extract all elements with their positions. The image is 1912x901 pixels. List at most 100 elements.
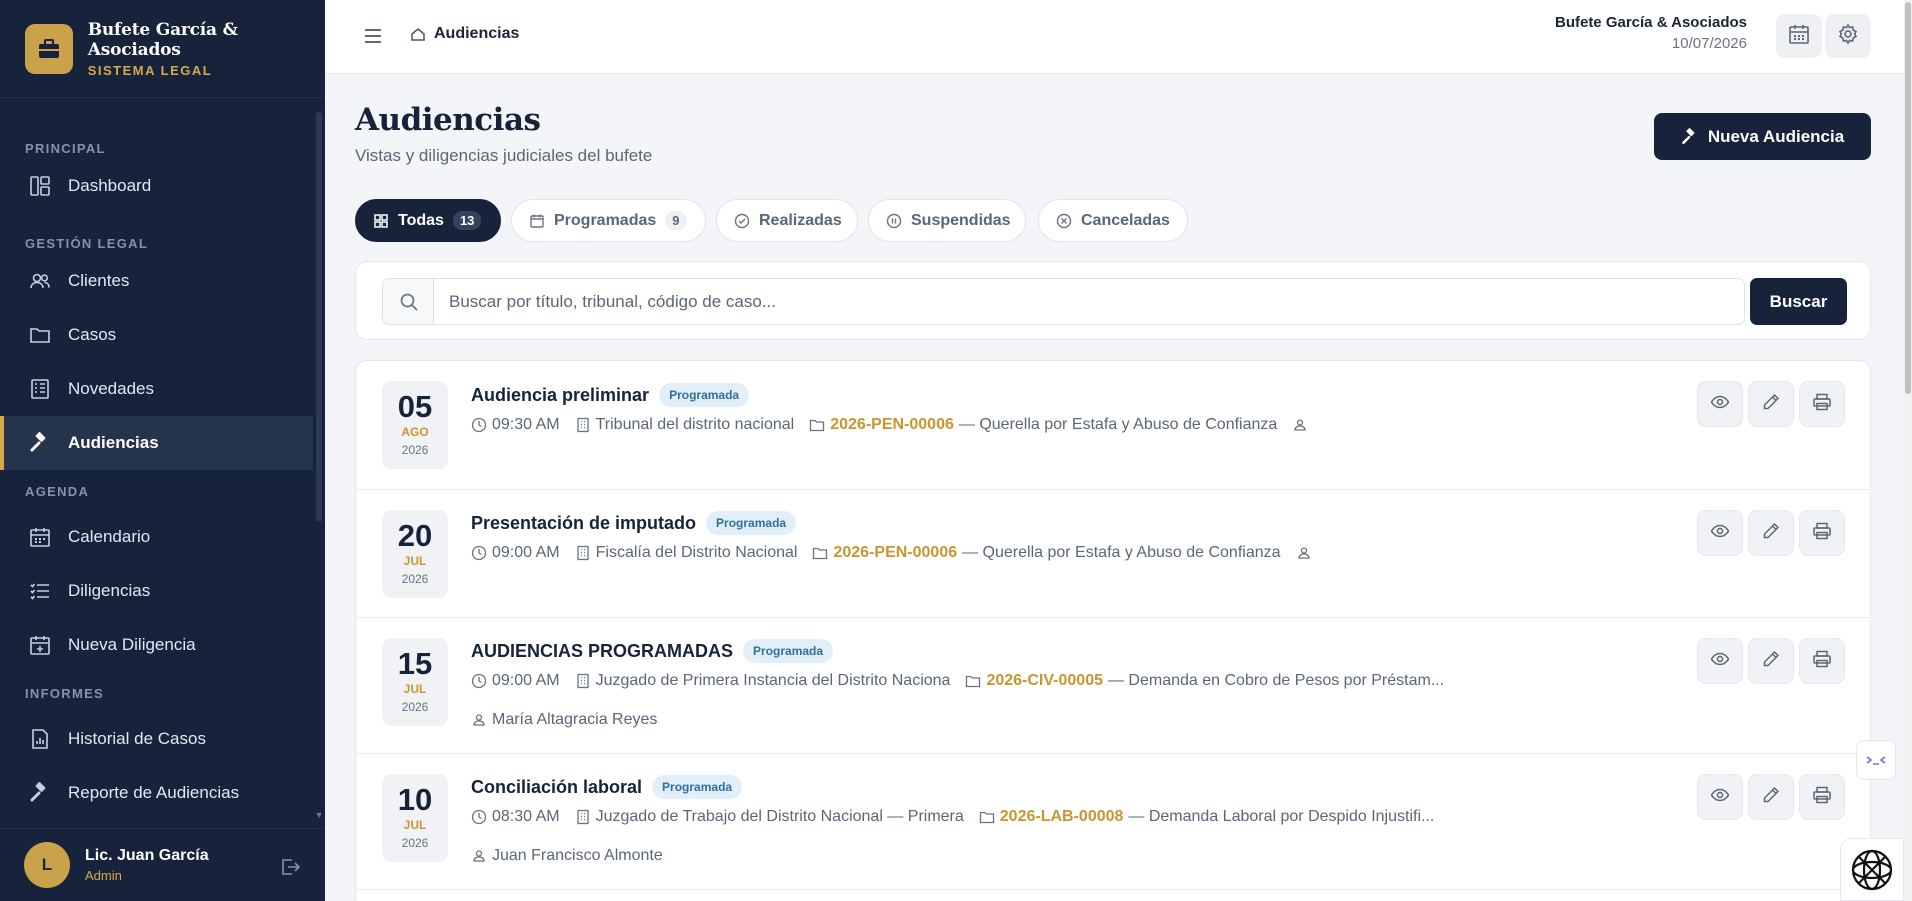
date-month: JUL bbox=[403, 682, 427, 696]
sidebar-scrollbar[interactable] bbox=[316, 112, 322, 522]
date-month: JUL bbox=[403, 818, 427, 832]
calendar-icon bbox=[1788, 23, 1810, 50]
tab-todas[interactable]: Todas 13 bbox=[355, 199, 501, 242]
avatar[interactable]: L bbox=[24, 842, 70, 888]
hearing-title[interactable]: Conciliación laboral bbox=[471, 777, 642, 798]
pencil-icon bbox=[1761, 785, 1781, 810]
eye-icon bbox=[1710, 521, 1730, 546]
current-date: 10/07/2026 bbox=[1671, 35, 1747, 52]
sidebar-item-nueva-diligencia[interactable]: Nueva Diligencia bbox=[0, 618, 313, 672]
clock-icon bbox=[471, 545, 487, 561]
pencil-icon bbox=[1761, 392, 1781, 417]
hearing-title[interactable]: AUDIENCIAS PROGRAMADAS bbox=[471, 641, 733, 662]
pencil-icon bbox=[1761, 521, 1781, 546]
sidebar-item-dashboard[interactable]: Dashboard bbox=[0, 159, 313, 213]
case-code-link[interactable]: 2026-LAB-00008 bbox=[1000, 808, 1124, 826]
date-badge: 05 AGO 2026 bbox=[382, 381, 448, 469]
client-name: María Altagracia Reyes bbox=[492, 711, 658, 728]
tab-programadas[interactable]: Programadas 9 bbox=[511, 199, 706, 242]
edit-button[interactable] bbox=[1748, 381, 1794, 427]
edit-button[interactable] bbox=[1748, 774, 1794, 820]
edit-button[interactable] bbox=[1748, 510, 1794, 556]
sidebar-item-calendario[interactable]: Calendario bbox=[0, 510, 313, 564]
firm-name: Bufete García & Asociados bbox=[1554, 14, 1747, 31]
print-button[interactable] bbox=[1799, 510, 1845, 556]
breadcrumb-current: Audiencias bbox=[434, 25, 520, 42]
sidebar-item-audiencias[interactable]: Audiencias bbox=[0, 416, 313, 470]
printer-icon bbox=[1812, 392, 1832, 417]
report-icon bbox=[28, 727, 52, 751]
new-hearing-label: Nueva Audiencia bbox=[1707, 126, 1845, 146]
user-panel: L Lic. Juan García Admin bbox=[0, 828, 325, 901]
edit-button[interactable] bbox=[1748, 638, 1794, 684]
date-month: AGO bbox=[401, 425, 429, 439]
user-role: Admin bbox=[85, 868, 122, 883]
gavel-icon bbox=[1681, 127, 1699, 146]
case-code-link[interactable]: 2026-CIV-00005 bbox=[986, 672, 1103, 690]
tab-realizadas[interactable]: Realizadas bbox=[716, 199, 858, 242]
case-code-link[interactable]: 2026-PEN-00006 bbox=[833, 544, 957, 562]
search-input[interactable] bbox=[433, 278, 1745, 325]
sidebar-item-clientes[interactable]: Clientes bbox=[0, 254, 313, 308]
clock-icon bbox=[471, 809, 487, 825]
view-button[interactable] bbox=[1697, 638, 1743, 684]
sidebar-item-novedades[interactable]: Novedades bbox=[0, 362, 313, 416]
collapse-icon[interactable] bbox=[1856, 740, 1896, 780]
settings-button[interactable] bbox=[1825, 14, 1871, 58]
list-item[interactable]: 10 JUL 2026 Conciliación laboral Program… bbox=[356, 754, 1870, 890]
print-button[interactable] bbox=[1799, 381, 1845, 427]
sidebar-item-diligencias[interactable]: Diligencias bbox=[0, 564, 313, 618]
assistant-icon[interactable] bbox=[1840, 838, 1904, 901]
list-item[interactable]: 20 JUL 2026 Presentación de imputado Pro… bbox=[356, 490, 1870, 618]
list-item[interactable]: 05 AGO 2026 Audiencia preliminar Program… bbox=[356, 361, 1870, 490]
home-icon[interactable] bbox=[410, 26, 426, 42]
case-description: — Demanda Laboral por Despido Injustifi.… bbox=[1128, 808, 1435, 825]
tab-label: Todas bbox=[398, 211, 444, 229]
building-icon bbox=[575, 545, 591, 561]
page-scrollbar[interactable] bbox=[1904, 0, 1912, 901]
brand-subtitle: SISTEMA LEGAL bbox=[87, 62, 213, 78]
new-hearing-button[interactable]: Nueva Audiencia bbox=[1654, 113, 1871, 160]
scroll-down-icon[interactable]: ▼ bbox=[313, 810, 325, 824]
scrollbar-thumb[interactable] bbox=[1905, 2, 1911, 394]
print-button[interactable] bbox=[1799, 774, 1845, 820]
hearings-list: 05 AGO 2026 Audiencia preliminar Program… bbox=[355, 360, 1871, 901]
sidebar-item-reporte-audiencias[interactable]: Reporte de Audiencias bbox=[0, 766, 313, 820]
gear-icon bbox=[1837, 22, 1859, 50]
sidebar-item-historial-casos[interactable]: Historial de Casos bbox=[0, 712, 313, 766]
gavel-icon bbox=[28, 781, 52, 805]
status-badge: Programada bbox=[659, 383, 750, 407]
calendar-button[interactable] bbox=[1776, 14, 1822, 58]
brand[interactable]: Bufete García & Asociados SISTEMA LEGAL bbox=[0, 0, 325, 98]
sidebar-item-casos[interactable]: Casos bbox=[0, 308, 313, 362]
printer-icon bbox=[1812, 649, 1832, 674]
case-code-link[interactable]: 2026-PEN-00006 bbox=[830, 416, 954, 434]
tab-label: Programadas bbox=[554, 211, 657, 229]
sidebar-item-label: Nueva Diligencia bbox=[68, 635, 196, 654]
logout-icon[interactable] bbox=[279, 856, 301, 878]
hearing-time: 09:00 AM bbox=[492, 672, 560, 689]
dashboard-icon bbox=[28, 174, 52, 198]
tab-canceladas[interactable]: Canceladas bbox=[1038, 199, 1188, 242]
view-button[interactable] bbox=[1697, 774, 1743, 820]
date-month: JUL bbox=[403, 554, 427, 568]
users-icon bbox=[28, 269, 52, 293]
hearing-title[interactable]: Presentación de imputado bbox=[471, 513, 696, 534]
briefcase-icon bbox=[25, 23, 73, 74]
sidebar-item-label: Casos bbox=[68, 325, 117, 344]
eye-icon bbox=[1710, 785, 1730, 810]
check-circle-icon bbox=[734, 213, 750, 229]
breadcrumb: Audiencias bbox=[410, 25, 519, 43]
list-item[interactable]: 15 JUL 2026 AUDIENCIAS PROGRAMADAS Progr… bbox=[356, 618, 1870, 754]
hearing-title[interactable]: Audiencia preliminar bbox=[471, 385, 649, 406]
print-button[interactable] bbox=[1799, 638, 1845, 684]
date-year: 2026 bbox=[401, 443, 429, 457]
menu-icon[interactable] bbox=[362, 25, 384, 47]
x-circle-icon bbox=[1056, 213, 1072, 229]
view-button[interactable] bbox=[1697, 381, 1743, 427]
eye-icon bbox=[1710, 649, 1730, 674]
search-card: Buscar bbox=[355, 261, 1871, 340]
search-button[interactable]: Buscar bbox=[1750, 278, 1847, 325]
tab-suspendidas[interactable]: Suspendidas bbox=[868, 199, 1026, 242]
view-button[interactable] bbox=[1697, 510, 1743, 556]
